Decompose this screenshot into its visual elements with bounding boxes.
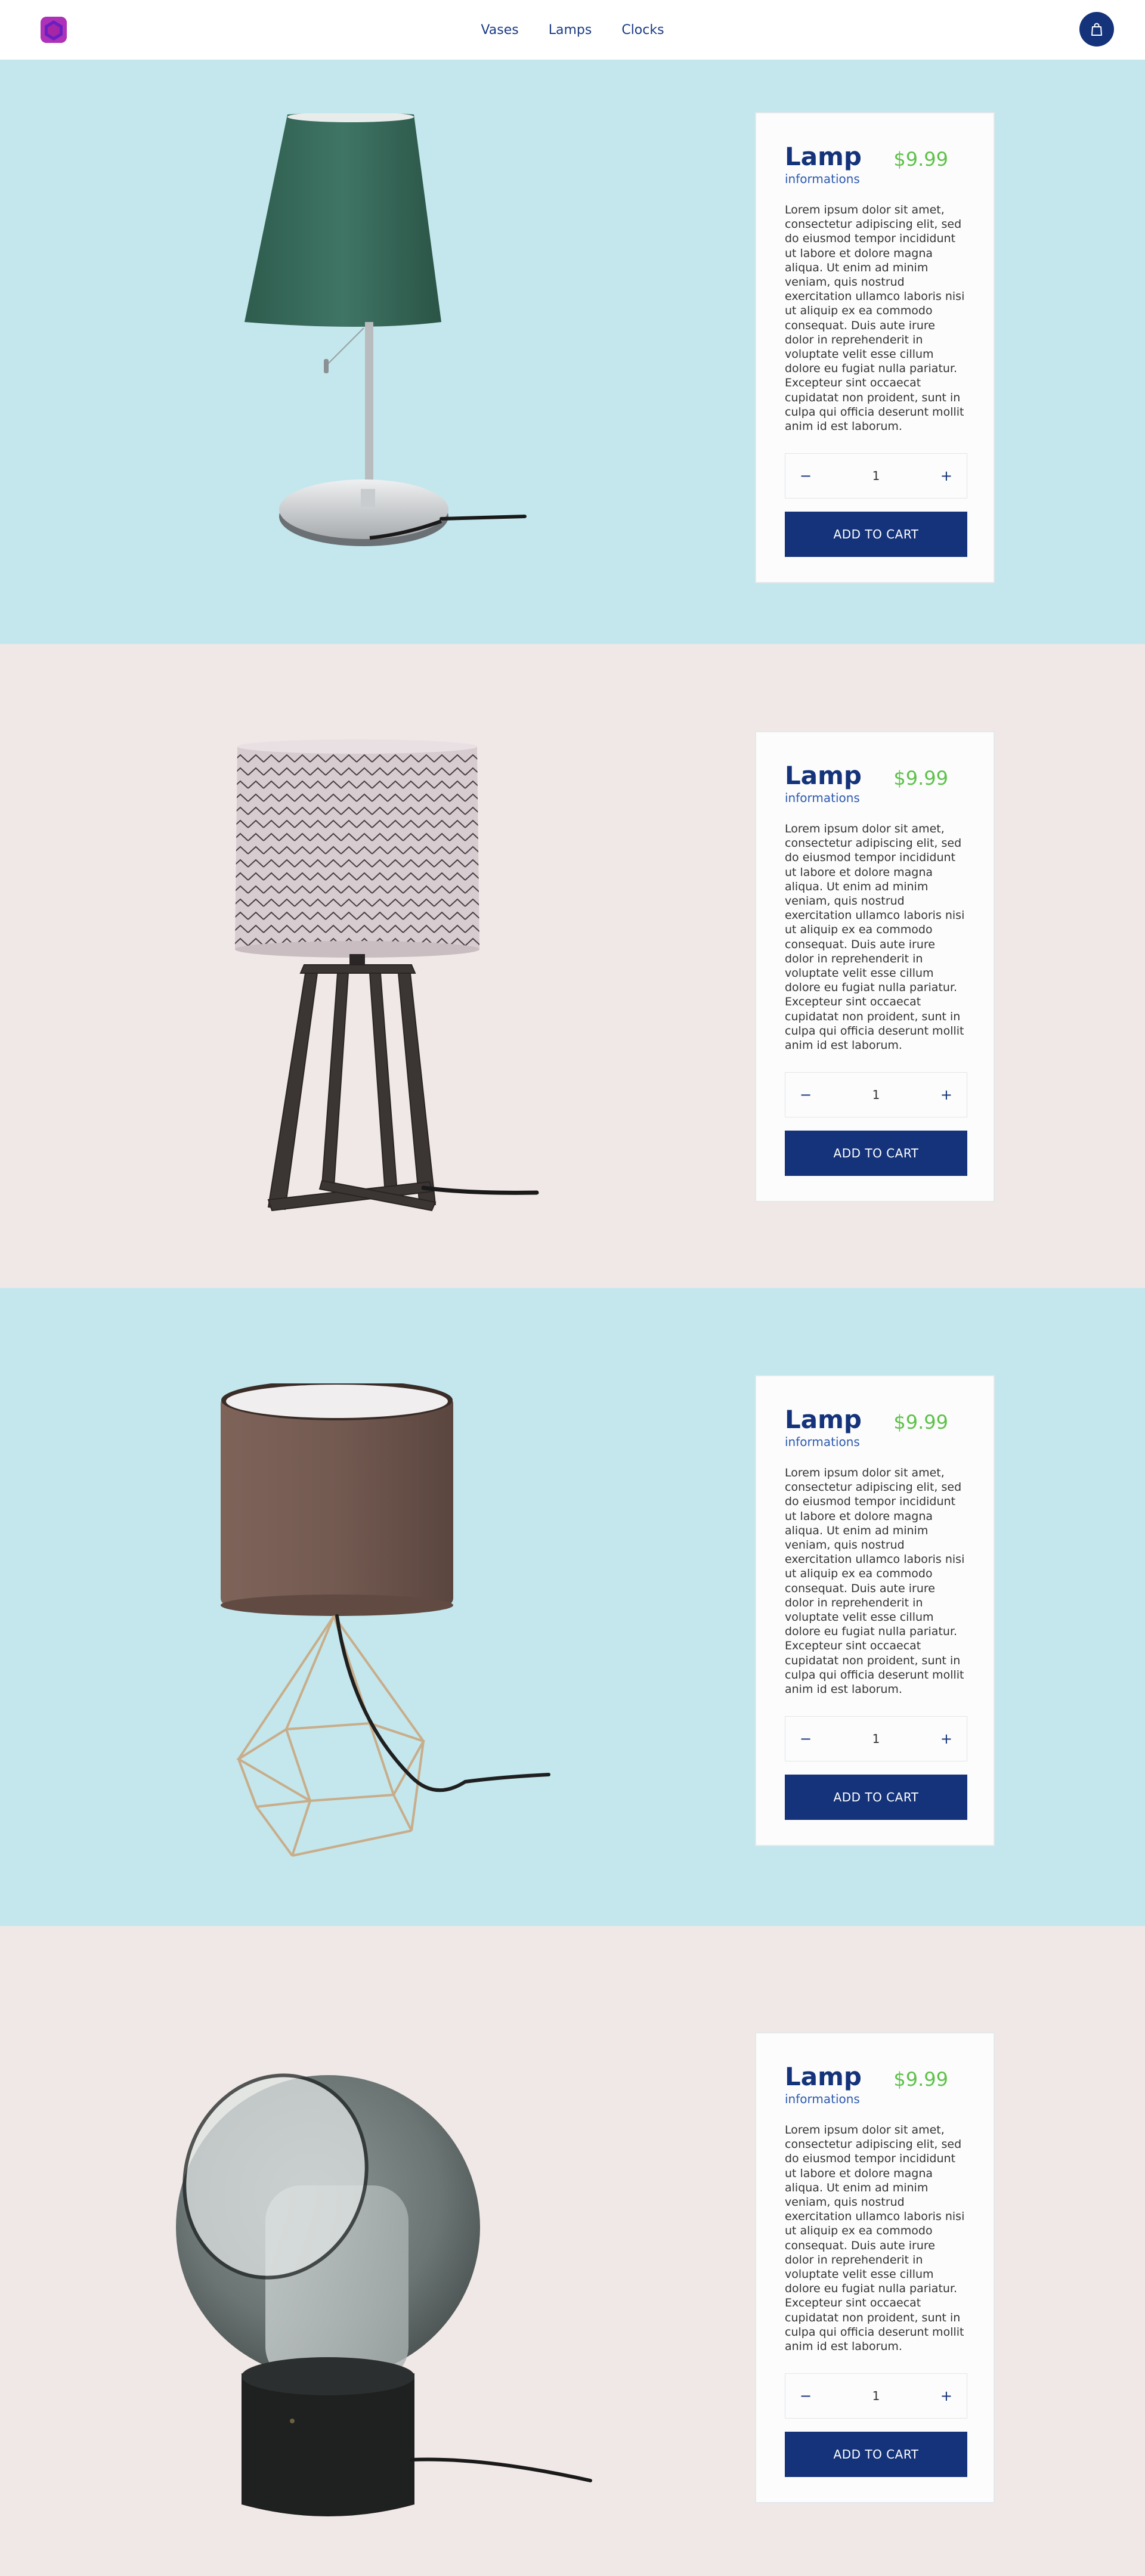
product-section-1: Lamp informations $9.99 Lorem ipsum dolo… (0, 60, 1145, 644)
quantity-stepper: − 1 + (785, 1072, 967, 1117)
decrement-button[interactable]: − (799, 1730, 813, 1747)
product-title: Lamp (785, 1405, 862, 1434)
product-description: Lorem ipsum dolor sit amet, consectetur … (785, 822, 965, 1052)
quantity-value[interactable]: 1 (872, 2389, 880, 2403)
quantity-value[interactable]: 1 (872, 469, 880, 483)
product-title: Lamp (785, 761, 862, 790)
decrement-button[interactable]: − (799, 2388, 813, 2404)
quantity-stepper: − 1 + (785, 453, 967, 499)
product-price: $9.99 (893, 1411, 948, 1433)
product-subtitle: informations (785, 1435, 860, 1449)
product-price: $9.99 (893, 2068, 948, 2091)
add-to-cart-button[interactable]: ADD TO CART (785, 512, 967, 557)
quantity-value[interactable]: 1 (872, 1088, 880, 1102)
nav-link-lamps[interactable]: Lamps (549, 23, 592, 38)
decrement-button[interactable]: − (799, 467, 813, 484)
nav-link-vases[interactable]: Vases (481, 23, 518, 38)
product-subtitle: informations (785, 172, 860, 186)
main-nav: Vases Lamps Clocks (0, 0, 1145, 60)
product-description: Lorem ipsum dolor sit amet, consectetur … (785, 203, 965, 434)
decrement-button[interactable]: − (799, 1086, 813, 1103)
product-price: $9.99 (893, 148, 948, 171)
quantity-stepper: − 1 + (785, 2373, 967, 2419)
product-price: $9.99 (893, 767, 948, 789)
add-to-cart-button[interactable]: ADD TO CART (785, 1131, 967, 1176)
increment-button[interactable]: + (939, 2388, 954, 2404)
add-to-cart-button[interactable]: ADD TO CART (785, 1775, 967, 1820)
product-card: Lamp informations $9.99 Lorem ipsum dolo… (755, 731, 995, 1202)
product-section-2: Lamp informations $9.99 Lorem ipsum dolo… (0, 644, 1145, 1288)
increment-button[interactable]: + (939, 1086, 954, 1103)
product-card: Lamp informations $9.99 Lorem ipsum dolo… (755, 1375, 995, 1846)
product-image-globe-lamp (176, 2073, 592, 2516)
shopping-bag-icon (1091, 23, 1102, 36)
increment-button[interactable]: + (939, 467, 954, 484)
product-card: Lamp informations $9.99 Lorem ipsum dolo… (755, 2032, 995, 2503)
top-navbar: Vases Lamps Clocks (0, 0, 1145, 60)
product-section-4: Lamp informations $9.99 Lorem ipsum dolo… (0, 1926, 1145, 2576)
quantity-value[interactable]: 1 (872, 1732, 880, 1746)
product-section-3: Lamp informations $9.99 Lorem ipsum dolo… (0, 1288, 1145, 1926)
cart-button[interactable] (1079, 12, 1114, 47)
product-title: Lamp (785, 2062, 862, 2091)
nav-link-clocks[interactable]: Clocks (621, 23, 664, 38)
quantity-stepper: − 1 + (785, 1716, 967, 1761)
product-description: Lorem ipsum dolor sit amet, consectetur … (785, 2123, 965, 2354)
add-to-cart-button[interactable]: ADD TO CART (785, 2432, 967, 2477)
product-image-brown-wire-lamp (221, 1383, 550, 1857)
product-image-green-lamp (245, 113, 527, 546)
product-description: Lorem ipsum dolor sit amet, consectetur … (785, 1466, 965, 1696)
product-image-patterned-lamp (235, 739, 539, 1212)
product-subtitle: informations (785, 791, 860, 805)
product-title: Lamp (785, 142, 862, 171)
product-card: Lamp informations $9.99 Lorem ipsum dolo… (755, 112, 995, 583)
product-subtitle: informations (785, 2092, 860, 2106)
increment-button[interactable]: + (939, 1730, 954, 1747)
